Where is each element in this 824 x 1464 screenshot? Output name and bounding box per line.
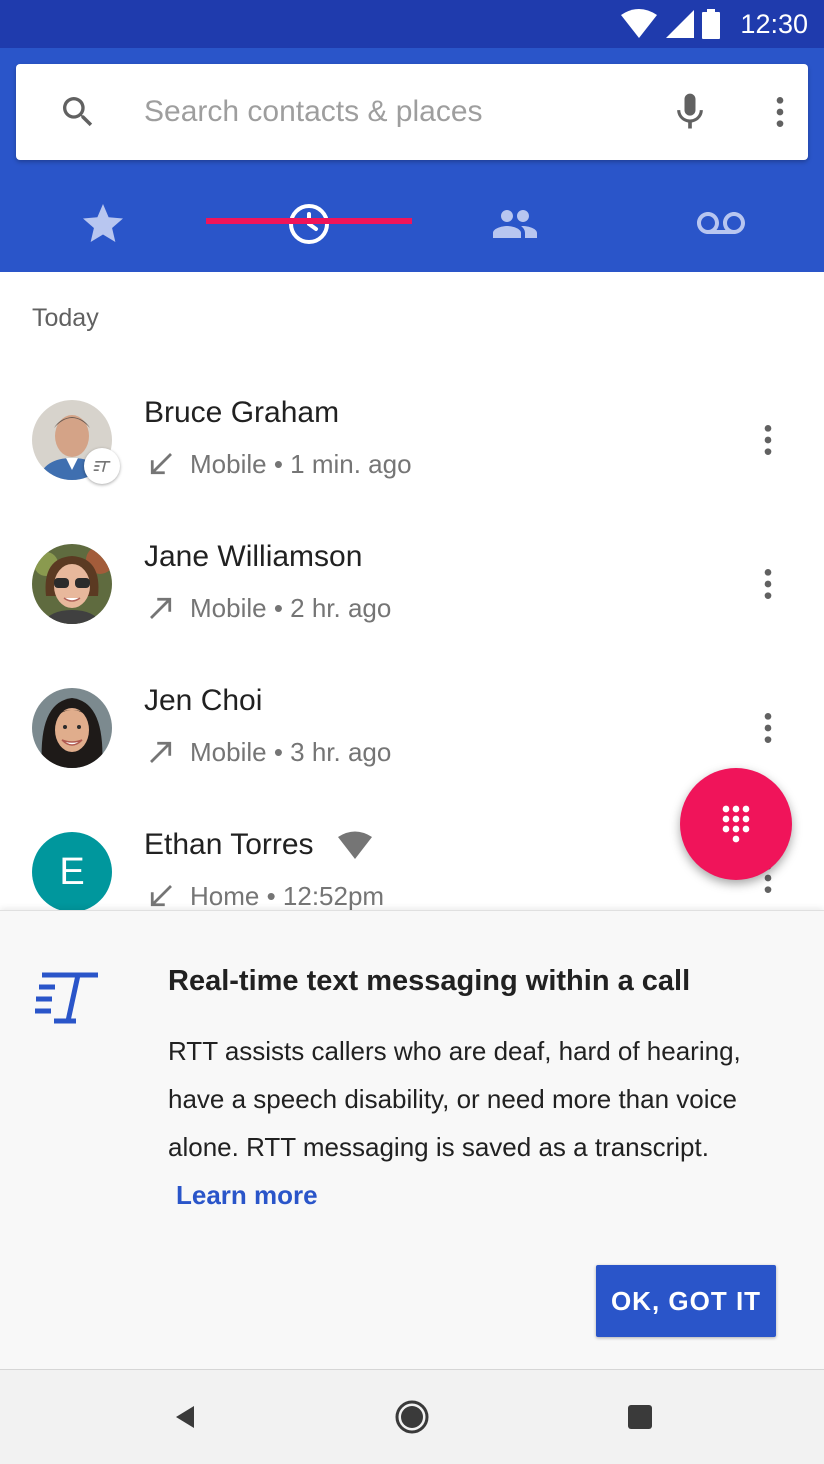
search-icon[interactable] bbox=[58, 92, 98, 132]
dialpad-icon bbox=[722, 805, 750, 843]
selected-tab-indicator bbox=[206, 218, 412, 224]
contact-name: Jen Choi bbox=[144, 684, 263, 717]
call-log-row[interactable]: Bruce Graham Mobile • 1 min. ago bbox=[0, 360, 824, 504]
call-detail: Home • 12:52pm bbox=[144, 878, 384, 914]
rtt-badge bbox=[84, 448, 120, 484]
wifi-call-icon bbox=[337, 831, 372, 860]
status-icons: 12:30 bbox=[620, 8, 808, 40]
outgoing-call-icon bbox=[150, 597, 172, 619]
call-detail-text: Mobile • 2 hr. ago bbox=[190, 592, 392, 623]
avatar[interactable] bbox=[32, 688, 112, 768]
call-detail-text: Mobile • 3 hr. ago bbox=[190, 736, 392, 767]
recents-icon[interactable] bbox=[620, 1397, 660, 1437]
section-header-today: Today bbox=[32, 304, 99, 332]
letter-avatar[interactable]: E bbox=[32, 832, 112, 912]
contact-photo bbox=[32, 688, 112, 768]
tab-contacts[interactable] bbox=[412, 176, 618, 272]
more-vert-icon[interactable] bbox=[748, 564, 788, 604]
call-log-row[interactable]: Jen Choi Mobile • 3 hr. ago bbox=[0, 648, 824, 792]
people-icon bbox=[493, 210, 537, 238]
call-log-row[interactable]: Jane Williamson Mobile • 2 hr. ago bbox=[0, 504, 824, 648]
outgoing-call-icon bbox=[150, 741, 172, 763]
search-bar[interactable] bbox=[16, 64, 808, 160]
incoming-call-icon bbox=[150, 453, 172, 475]
status-bar: 12:30 bbox=[0, 0, 824, 48]
tab-recents[interactable] bbox=[206, 176, 412, 272]
incoming-call-icon bbox=[150, 885, 172, 907]
star-icon bbox=[83, 204, 123, 242]
contact-photo bbox=[32, 544, 112, 624]
contact-name-row: Ethan Torres bbox=[144, 828, 374, 862]
dialpad-fab[interactable] bbox=[680, 768, 792, 880]
tab-favorites[interactable] bbox=[0, 176, 206, 272]
navigation-bar bbox=[0, 1370, 824, 1464]
rtt-icon bbox=[93, 461, 111, 473]
voicemail-icon bbox=[697, 212, 745, 234]
contact-name: Bruce Graham bbox=[144, 396, 340, 429]
search-input[interactable] bbox=[144, 86, 624, 138]
call-detail: Mobile • 2 hr. ago bbox=[144, 590, 391, 626]
cell-signal-icon bbox=[666, 10, 695, 38]
promo-body: RTT assists callers who are deaf, hard o… bbox=[168, 1027, 778, 1219]
call-detail-text: Home • 12:52pm bbox=[190, 880, 385, 911]
back-icon[interactable] bbox=[164, 1397, 204, 1437]
wifi-signal-icon bbox=[621, 9, 658, 38]
rtt-promo-card: Real-time text messaging within a call R… bbox=[0, 910, 824, 1370]
tab-bar bbox=[0, 176, 824, 272]
microphone-icon[interactable] bbox=[668, 90, 712, 134]
call-detail: Mobile • 3 hr. ago bbox=[144, 734, 391, 770]
app-bar bbox=[0, 48, 824, 272]
tab-voicemail[interactable] bbox=[618, 176, 824, 272]
avatar[interactable] bbox=[32, 544, 112, 624]
more-vert-icon[interactable] bbox=[760, 92, 800, 132]
promo-title: Real-time text messaging within a call bbox=[168, 965, 691, 997]
call-detail-text: Mobile • 1 min. ago bbox=[190, 448, 412, 479]
clock-icon bbox=[289, 204, 329, 244]
home-icon[interactable] bbox=[392, 1397, 432, 1437]
more-vert-icon[interactable] bbox=[748, 420, 788, 460]
call-detail: Mobile • 1 min. ago bbox=[144, 446, 412, 482]
status-time: 12:30 bbox=[740, 8, 808, 39]
battery-icon bbox=[702, 9, 721, 39]
promo-body-text: RTT assists callers who are deaf, hard o… bbox=[168, 1036, 741, 1162]
rtt-icon bbox=[35, 972, 98, 1024]
contact-name: Ethan Torres bbox=[144, 828, 314, 861]
ok-got-it-button[interactable]: OK, GOT IT bbox=[596, 1265, 776, 1337]
learn-more-link[interactable]: Learn more bbox=[176, 1180, 318, 1210]
contact-name: Jane Williamson bbox=[144, 540, 363, 573]
more-vert-icon[interactable] bbox=[748, 708, 788, 748]
